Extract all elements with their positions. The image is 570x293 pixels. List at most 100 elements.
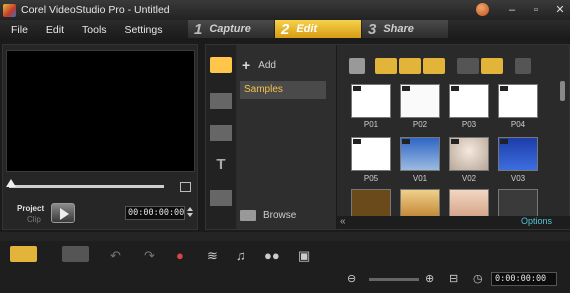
plus-icon: +	[242, 57, 251, 73]
thumbnail-label: P01	[363, 120, 379, 129]
step-label: Share	[383, 23, 414, 35]
thumbnail-label: P05	[363, 174, 379, 183]
window-title: Corel VideoStudio Pro - Untitled	[21, 4, 170, 16]
folder-samples[interactable]: Samples	[240, 81, 326, 99]
thumbnail-v01[interactable]	[400, 137, 440, 171]
library-folder-pane: + Add Samples Browse	[237, 45, 337, 229]
fit-project-icon[interactable]: ⊟	[449, 272, 458, 285]
collapse-chevron-icon[interactable]: «	[340, 216, 346, 227]
zoom-out-icon[interactable]: ⊖	[347, 272, 356, 285]
menu-file[interactable]: File	[11, 24, 28, 36]
thumbnail-p04[interactable]	[498, 84, 538, 118]
media-tab-icon[interactable]	[210, 57, 232, 73]
show-audio-icon[interactable]	[423, 58, 445, 74]
timeline-divider	[0, 232, 570, 241]
thumbnail-row3-a[interactable]	[351, 189, 391, 217]
browse-icon	[240, 210, 256, 221]
menu-bar: File Edit Tools Settings 1 Capture 2 Edi…	[0, 20, 570, 40]
zoom-slider[interactable]	[369, 278, 419, 281]
thumbnail-row3-d[interactable]	[498, 189, 538, 217]
timeline-view-button[interactable]	[62, 246, 89, 262]
library-toolbar	[349, 57, 567, 75]
thumbnail-p05[interactable]	[351, 137, 391, 171]
add-folder-button[interactable]: + Add	[242, 57, 276, 73]
thumbnail-label: V03	[510, 174, 526, 183]
zoom-in-icon[interactable]: ⊕	[425, 272, 434, 285]
step-number: 2	[281, 20, 290, 38]
tab-edit[interactable]: 2 Edit	[275, 20, 361, 38]
thumbnail-p01[interactable]	[351, 84, 391, 118]
timeline-toolbar: ↶ ↷ ● ≋ ♫ ●● ▣ ⊖ ⊕ ⊟ ◷ 0:00:00:00	[0, 241, 570, 293]
project-mode[interactable]: Project	[17, 204, 44, 213]
thumbnail-label: V01	[412, 174, 428, 183]
graphic-tab-icon[interactable]	[210, 190, 232, 206]
options-button[interactable]: Options	[521, 216, 552, 226]
chevron-up-icon[interactable]	[187, 207, 193, 211]
step-number: 1	[194, 20, 203, 38]
subtitle-editor-icon[interactable]: ▣	[298, 248, 310, 264]
thumbnail-view-icon[interactable]	[481, 58, 503, 74]
filter-tab-icon[interactable]	[210, 125, 232, 141]
close-button[interactable]: ✕	[553, 3, 567, 16]
clip-mode[interactable]: Clip	[27, 215, 41, 224]
thumbnail-label: P03	[461, 120, 477, 129]
thumbnail-p03[interactable]	[449, 84, 489, 118]
undo-icon[interactable]: ↶	[110, 248, 121, 264]
menu-tools[interactable]: Tools	[82, 24, 107, 36]
show-photos-icon[interactable]	[399, 58, 421, 74]
options-bar: « Options	[337, 216, 570, 229]
minimize-button[interactable]: –	[505, 4, 519, 16]
menu-settings[interactable]: Settings	[125, 24, 163, 36]
thumbnail-v03[interactable]	[498, 137, 538, 171]
library-thumbnails: P01 P02 P03 P04 P05 V01 V02 V03	[349, 83, 554, 219]
app-icon	[3, 3, 16, 17]
thumbnail-label: P04	[510, 120, 526, 129]
thumbnail-label: P02	[412, 120, 428, 129]
show-videos-icon[interactable]	[375, 58, 397, 74]
play-button[interactable]	[51, 203, 75, 223]
thumbnail-p02[interactable]	[400, 84, 440, 118]
enlarge-preview-icon[interactable]	[180, 182, 191, 192]
globe-icon[interactable]	[476, 3, 489, 16]
browse-button[interactable]: Browse	[240, 210, 296, 221]
preview-screen	[6, 50, 195, 172]
record-capture-icon[interactable]: ●	[176, 248, 184, 263]
timecode-spinner[interactable]	[187, 206, 194, 220]
window-controls: – ▫ ✕	[476, 3, 567, 16]
add-label: Add	[258, 59, 276, 71]
transition-tab-icon[interactable]	[210, 93, 232, 109]
auto-music-icon[interactable]: ♫	[236, 248, 246, 263]
step-label: Edit	[296, 23, 318, 35]
scrubber-handle[interactable]	[6, 179, 16, 187]
maximize-button[interactable]: ▫	[529, 4, 543, 16]
redo-icon[interactable]: ↷	[144, 248, 155, 264]
step-number: 3	[368, 20, 377, 38]
tab-share[interactable]: 3 Share	[362, 20, 448, 38]
folder-icon[interactable]	[349, 58, 365, 74]
browse-label: Browse	[263, 210, 297, 221]
motion-tracking-icon[interactable]: ●●	[264, 248, 280, 263]
preview-timecode[interactable]: 00:00:00:00	[125, 206, 185, 220]
preview-panel: Project Clip 00:00:00:00	[2, 44, 198, 230]
timeline-timecode[interactable]: 0:00:00:00	[491, 272, 557, 286]
thumbnail-row3-c[interactable]	[449, 189, 489, 217]
title-tab-icon[interactable]: T	[210, 157, 232, 173]
storyboard-view-button[interactable]	[10, 246, 37, 262]
sound-mixer-icon[interactable]: ≋	[207, 248, 218, 264]
clock-icon: ◷	[473, 273, 483, 285]
thumbnail-label: V02	[461, 174, 477, 183]
menu-edit[interactable]: Edit	[46, 24, 64, 36]
thumbnail-row3-b[interactable]	[400, 189, 440, 217]
library-scrollbar[interactable]	[560, 81, 565, 101]
sort-icon[interactable]	[515, 58, 531, 74]
scrubber-track[interactable]	[9, 185, 164, 188]
list-view-icon[interactable]	[457, 58, 479, 74]
step-tabs: 1 Capture 2 Edit 3 Share	[188, 20, 449, 40]
chevron-down-icon[interactable]	[187, 213, 193, 217]
tab-capture[interactable]: 1 Capture	[188, 20, 274, 38]
title-bar: Corel VideoStudio Pro - Untitled – ▫ ✕	[0, 0, 570, 20]
step-label: Capture	[209, 23, 251, 35]
library-category-tabs: T	[206, 45, 236, 229]
library-panel: T + Add Samples Browse P01 P02 P03 P04 P…	[205, 44, 570, 230]
thumbnail-v02[interactable]	[449, 137, 489, 171]
